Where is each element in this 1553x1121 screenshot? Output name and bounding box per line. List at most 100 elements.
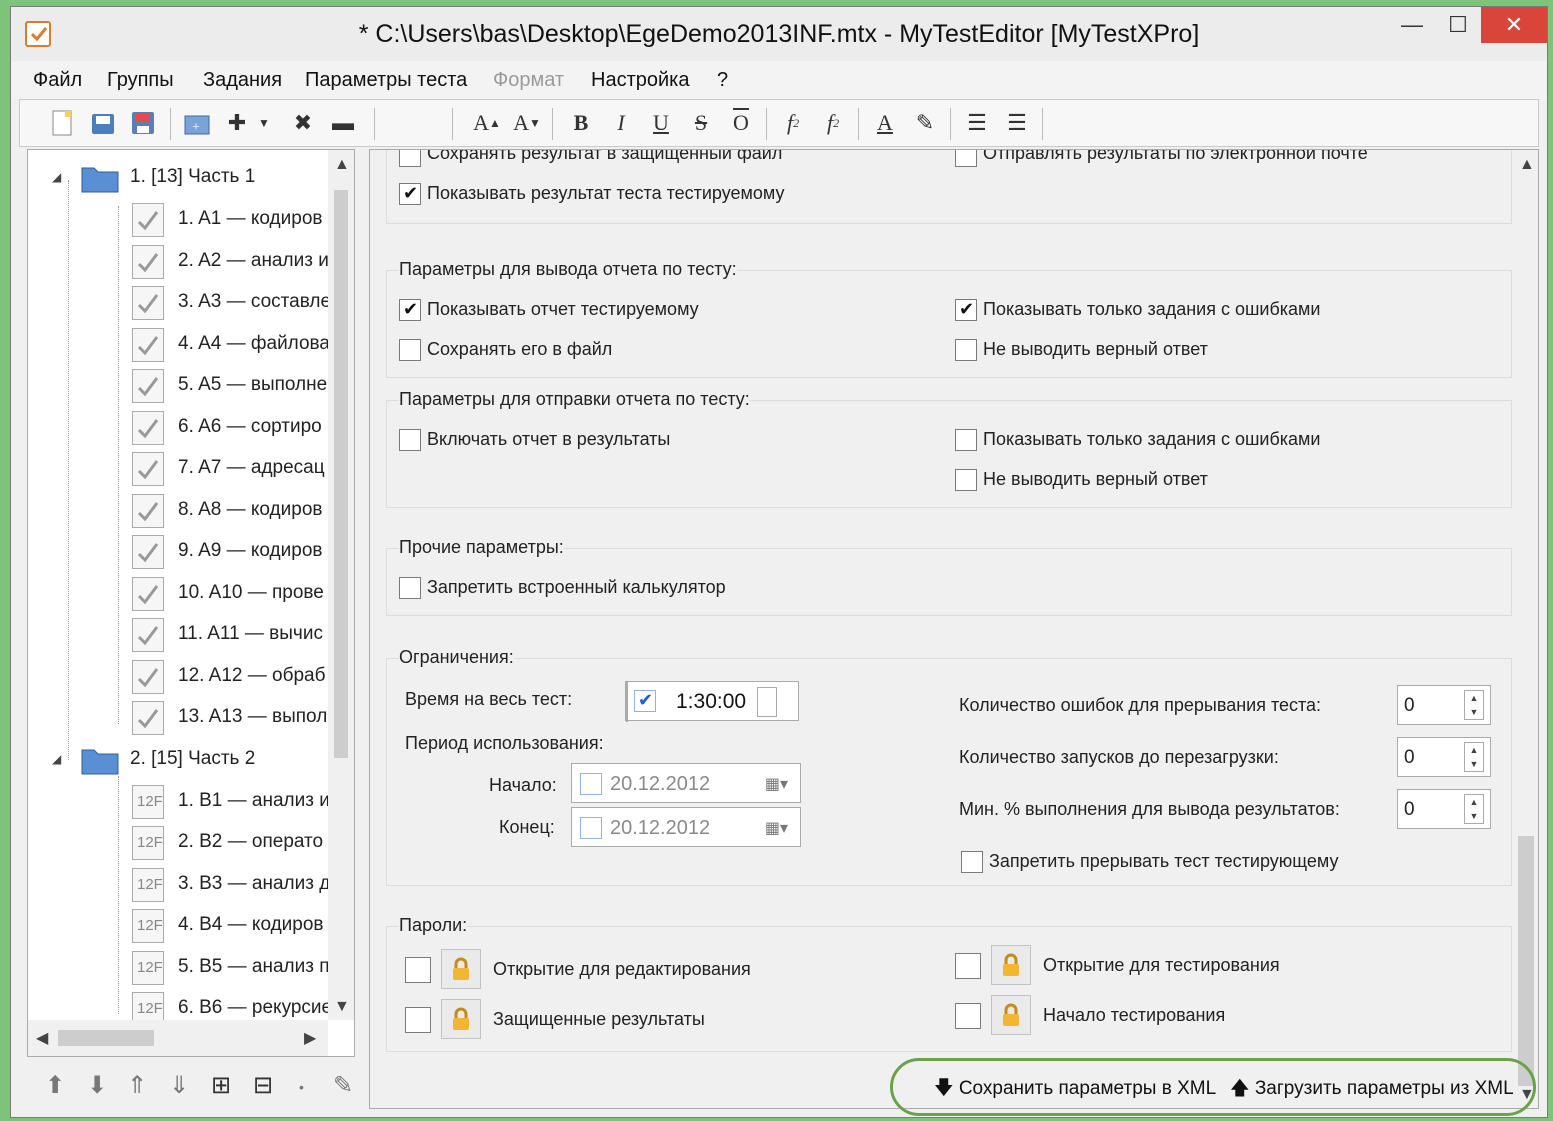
end-date-field[interactable]: 20.12.2012 ▦▾: [571, 807, 801, 847]
bullet-list-icon[interactable]: ☰: [960, 106, 994, 140]
tree-item[interactable]: 12F 3. B3 — анализ д: [28, 865, 328, 905]
tree-group[interactable]: ◢ 1. [13] Часть 1: [28, 158, 328, 198]
font-color-icon[interactable]: A: [868, 106, 902, 140]
send-no-correct-checkbox[interactable]: [955, 469, 977, 491]
start-date-field[interactable]: 20.12.2012 ▦▾: [571, 763, 801, 803]
italic-icon[interactable]: I: [604, 106, 638, 140]
lock-icon[interactable]: [991, 945, 1031, 985]
add-task-icon[interactable]: ✚: [220, 106, 254, 140]
protected-results-checkbox[interactable]: [405, 1007, 431, 1033]
open-test-checkbox[interactable]: [955, 953, 981, 979]
open-file-icon[interactable]: [86, 106, 120, 140]
tree-item[interactable]: 7. A7 — адресац: [28, 449, 328, 489]
add-group-icon[interactable]: +: [180, 106, 214, 140]
main-scrollbar[interactable]: ▲ ▼: [1514, 150, 1538, 1108]
tree-item[interactable]: 1. A1 — кодиров: [28, 200, 328, 240]
tree-item[interactable]: 12F 2. B2 — операто: [28, 823, 328, 863]
save-protected-checkbox[interactable]: [399, 150, 421, 167]
delete-icon[interactable]: ✖: [286, 106, 320, 140]
move-bottom-icon[interactable]: ⇓: [169, 1071, 189, 1100]
scroll-left-icon[interactable]: ◀: [36, 1028, 48, 1048]
send-email-checkbox[interactable]: [955, 150, 977, 167]
tree-vscrollbar[interactable]: ▲ ▼: [328, 150, 354, 1020]
no-calculator-checkbox[interactable]: [399, 577, 421, 599]
lock-icon[interactable]: [441, 949, 481, 989]
chevron-down-icon[interactable]: ▼: [254, 106, 274, 140]
save-file-icon[interactable]: [126, 106, 160, 140]
tree-item[interactable]: 8. A8 — кодиров: [28, 491, 328, 531]
scroll-thumb[interactable]: [1518, 836, 1534, 1086]
move-top-icon[interactable]: ⇑: [127, 1071, 147, 1100]
tree-item[interactable]: 9. A9 — кодиров: [28, 532, 328, 572]
collapse-all-icon[interactable]: ⊟: [253, 1071, 273, 1100]
scroll-right-icon[interactable]: ▶: [304, 1028, 316, 1048]
overline-icon[interactable]: O: [724, 106, 758, 140]
maximize-button[interactable]: ☐: [1435, 7, 1481, 43]
underline-icon[interactable]: U: [644, 106, 678, 140]
font-grow-icon[interactable]: A ▲: [470, 106, 504, 140]
tree-item[interactable]: 11. A11 — вычис: [28, 615, 328, 655]
spinner-arrows[interactable]: ▲ ▼: [1464, 794, 1484, 824]
tree-item[interactable]: 6. A6 — сортиро: [28, 408, 328, 448]
expand-icon[interactable]: ◢: [52, 170, 61, 184]
font-shrink-icon[interactable]: A ▼: [510, 106, 544, 140]
start-test-checkbox[interactable]: [955, 1003, 981, 1029]
time-field[interactable]: 1:30:00: [625, 681, 799, 722]
strikethrough-icon[interactable]: S: [684, 106, 718, 140]
tree-item[interactable]: 13. A13 — выпол: [28, 698, 328, 738]
menu-test-params[interactable]: Параметры теста: [305, 69, 467, 92]
expand-icon[interactable]: ◢: [52, 752, 61, 766]
no-correct-answer-checkbox[interactable]: [955, 339, 977, 361]
tree-item[interactable]: 2. A2 — анализ и: [28, 242, 328, 282]
tree-item[interactable]: 12F 1. B1 — анализ и: [28, 782, 328, 822]
spinner-arrows[interactable]: ▲ ▼: [1464, 742, 1484, 772]
move-up-icon[interactable]: ⬆: [45, 1071, 65, 1100]
min-pct-spinner[interactable]: 0 ▲ ▼: [1397, 789, 1491, 829]
scroll-down-icon[interactable]: ▼: [334, 998, 350, 1016]
save-report-file-checkbox[interactable]: [399, 339, 421, 361]
highlight-icon[interactable]: ✎: [908, 106, 942, 140]
tree-item[interactable]: 12. A12 — обраб: [28, 657, 328, 697]
end-date-checkbox[interactable]: [580, 817, 602, 839]
pencil-icon[interactable]: ✎: [333, 1071, 353, 1100]
subscript-icon[interactable]: f2: [776, 106, 810, 140]
only-errors-checkbox[interactable]: [955, 299, 977, 321]
tree-group[interactable]: ◢ 2. [15] Часть 2: [28, 740, 328, 780]
time-enabled-checkbox[interactable]: [634, 690, 656, 712]
tree-item[interactable]: 5. A5 — выполне: [28, 366, 328, 406]
menu-groups[interactable]: Группы: [107, 69, 174, 92]
tree-hscrollbar[interactable]: ◀ ▶: [28, 1020, 328, 1056]
tree-item[interactable]: 3. A3 — составле: [28, 283, 328, 323]
start-date-checkbox[interactable]: [580, 773, 602, 795]
tree-item[interactable]: 12F 4. B4 — кодиров: [28, 906, 328, 946]
menu-settings[interactable]: Настройка: [591, 69, 689, 92]
menu-help[interactable]: ?: [717, 69, 728, 92]
tree-item[interactable]: 10. A10 — прове: [28, 574, 328, 614]
menu-format[interactable]: Формат: [493, 69, 564, 92]
bold-icon[interactable]: B: [564, 106, 598, 140]
include-report-checkbox[interactable]: [399, 429, 421, 451]
close-button[interactable]: ✕: [1481, 7, 1547, 43]
remove-icon[interactable]: ▬: [326, 106, 360, 140]
show-result-checkbox[interactable]: [399, 183, 421, 205]
scroll-thumb[interactable]: [58, 1030, 154, 1046]
scroll-thumb[interactable]: [334, 190, 348, 758]
expand-all-icon[interactable]: ⊞: [211, 1071, 231, 1100]
errors-spinner[interactable]: 0 ▲ ▼: [1397, 685, 1491, 725]
lock-icon[interactable]: [991, 995, 1031, 1035]
lock-icon[interactable]: [441, 999, 481, 1039]
menu-file[interactable]: Файл: [33, 69, 82, 92]
show-report-checkbox[interactable]: [399, 299, 421, 321]
spinner-arrows[interactable]: ▲ ▼: [1464, 690, 1484, 720]
numbered-list-icon[interactable]: ☰: [1000, 106, 1034, 140]
calendar-dropdown-icon[interactable]: ▦▾: [765, 774, 788, 794]
superscript-icon[interactable]: f2: [816, 106, 850, 140]
open-edit-checkbox[interactable]: [405, 957, 431, 983]
minimize-button[interactable]: —: [1389, 7, 1435, 43]
task-tree[interactable]: ◢ 1. [13] Часть 1 1. A1 — кодиров 2. A2 — а…: [27, 149, 355, 1057]
menu-tasks[interactable]: Задания: [203, 69, 282, 92]
move-down-icon[interactable]: ⬇: [87, 1071, 107, 1100]
scroll-up-icon[interactable]: ▲: [334, 156, 350, 174]
launches-spinner[interactable]: 0 ▲ ▼: [1397, 737, 1491, 777]
scroll-up-icon[interactable]: ▲: [1519, 156, 1535, 174]
